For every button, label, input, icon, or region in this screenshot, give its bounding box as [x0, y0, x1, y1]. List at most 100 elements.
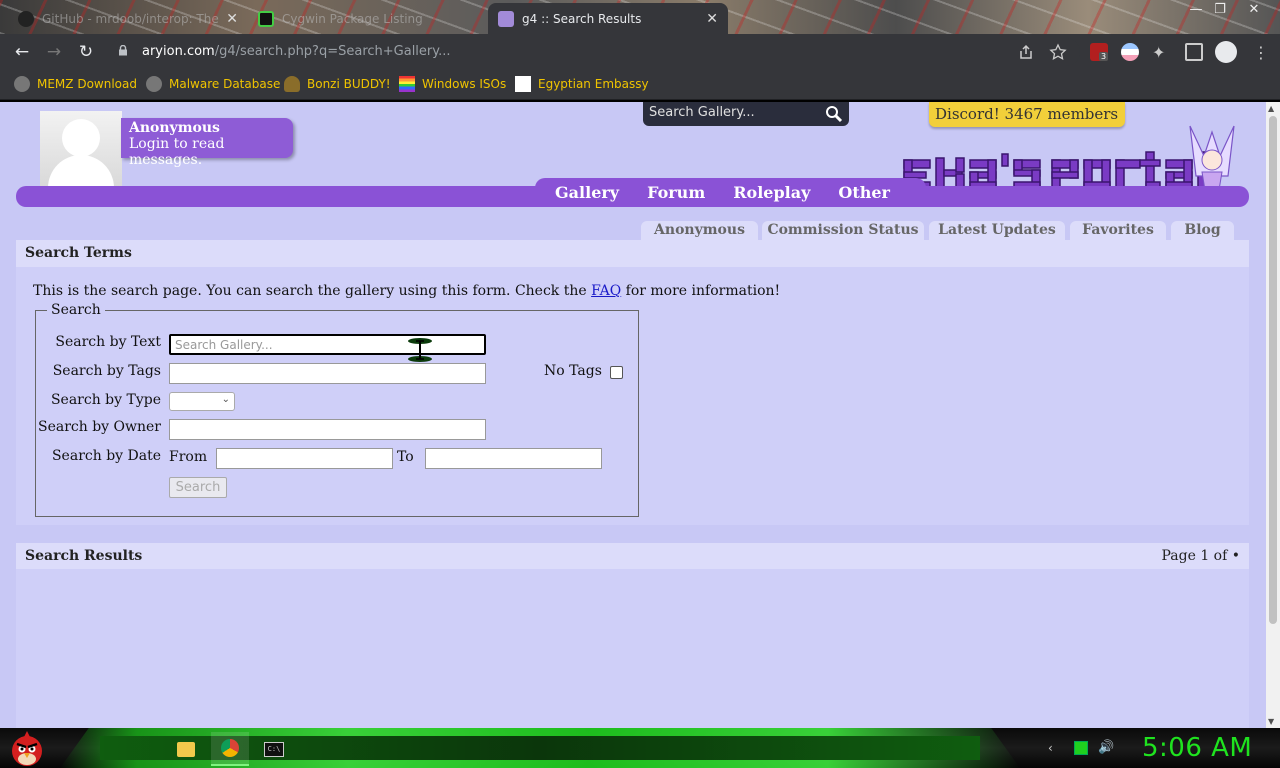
- close-icon[interactable]: ✕: [226, 11, 238, 27]
- scrollbar-thumb[interactable]: [1269, 116, 1277, 624]
- scroll-up-arrow-icon[interactable]: ▲: [1268, 104, 1274, 113]
- search-tags-input[interactable]: [169, 363, 486, 384]
- bookmark-label: MEMZ Download: [37, 77, 137, 91]
- browser-toolbar: ← → ↻ aryion.com/g4/search.php?q=Search+…: [0, 34, 1280, 70]
- volume-icon[interactable]: 🔊: [1098, 741, 1114, 755]
- tab-title: GitHub - mrdoob/interop: The In...: [42, 11, 220, 26]
- subtab-anonymous[interactable]: Anonymous: [641, 221, 758, 241]
- scroll-down-arrow-icon[interactable]: ▼: [1268, 717, 1274, 726]
- globe-icon: [14, 76, 30, 92]
- search-legend: Search: [47, 302, 105, 318]
- pride-extension-icon[interactable]: [1121, 43, 1139, 61]
- bookmark-label: Windows ISOs: [422, 77, 507, 91]
- folder-icon: [177, 741, 195, 757]
- lock-icon: [119, 45, 127, 56]
- search-terms-heading: Search Terms: [16, 240, 1249, 267]
- nav-other[interactable]: Other: [832, 178, 902, 207]
- extension-badge: 3: [1099, 52, 1109, 61]
- profile-avatar-icon[interactable]: [1215, 41, 1237, 63]
- side-panel-icon[interactable]: [1185, 43, 1203, 61]
- bookmarks-bar: MEMZ Download Malware Database Bonzi BUD…: [0, 70, 1280, 100]
- header-search: Search Gallery...: [643, 102, 849, 126]
- label-search-by-date: Search by Date: [51, 448, 161, 464]
- search-button[interactable]: Search: [169, 477, 227, 498]
- bookmark-label: Bonzi BUDDY!: [307, 77, 391, 91]
- search-type-select[interactable]: ⌄: [169, 392, 235, 411]
- bookmark-star-icon[interactable]: [1049, 43, 1067, 61]
- search-intro-text: This is the search page. You can search …: [33, 283, 780, 299]
- subtab-latest-updates[interactable]: Latest Updates: [929, 221, 1065, 241]
- web-page: Anonymous Login to read messages. Search…: [0, 102, 1266, 728]
- faq-link[interactable]: FAQ: [591, 283, 621, 299]
- bookmark-bonzi-buddy[interactable]: Bonzi BUDDY!: [284, 76, 391, 92]
- header-search-input[interactable]: Search Gallery...: [649, 105, 755, 120]
- reload-icon[interactable]: ↻: [76, 42, 96, 62]
- taskbar-file-explorer[interactable]: [167, 732, 205, 766]
- puzzle-extensions-icon[interactable]: ✦: [1152, 43, 1170, 62]
- search-results-panel: [16, 569, 1249, 728]
- rainbow-flag-icon: [399, 76, 415, 92]
- address-bar[interactable]: aryion.com/g4/search.php?q=Search+Galler…: [110, 38, 1080, 66]
- windows-taskbar: C:\ ‹ 🔊 5:06 AM: [0, 728, 1280, 768]
- url-text: aryion.com/g4/search.php?q=Search+Galler…: [142, 44, 451, 59]
- ublock-extension-icon[interactable]: 3: [1090, 43, 1109, 61]
- subtab-commission-status[interactable]: Commission Status: [762, 221, 924, 241]
- page-indicator: Page 1 of •: [1161, 548, 1240, 564]
- user-name: Anonymous: [129, 120, 220, 136]
- terminal-icon: C:\: [264, 741, 284, 757]
- bookmark-memz[interactable]: MEMZ Download: [14, 76, 137, 92]
- nav-gallery[interactable]: Gallery: [549, 178, 631, 207]
- tab-g4-search-results[interactable]: g4 :: Search Results ✕: [488, 3, 728, 34]
- search-icon[interactable]: [825, 105, 843, 123]
- label-search-by-type: Search by Type: [50, 392, 161, 408]
- bonzi-icon: [284, 76, 300, 92]
- eka-favicon-icon: [498, 10, 514, 27]
- bookmark-windows-isos[interactable]: Windows ISOs: [399, 76, 506, 92]
- tab-title: Cygwin Package Listing: [282, 11, 423, 26]
- cygwin-icon: [258, 10, 274, 27]
- tray-expand-icon[interactable]: ‹: [1048, 741, 1062, 755]
- subtab-blog[interactable]: Blog: [1171, 221, 1234, 241]
- label-to: To: [397, 449, 414, 465]
- tab-github[interactable]: GitHub - mrdoob/interop: The In... ✕: [8, 3, 248, 34]
- search-results-heading: Search Results: [16, 543, 1249, 570]
- intro-text: for more information!: [625, 283, 781, 299]
- search-text-input[interactable]: Search Gallery...: [169, 334, 486, 355]
- network-icon[interactable]: [1074, 741, 1088, 755]
- forward-arrow-icon[interactable]: →: [44, 42, 64, 62]
- page-scrollbar[interactable]: ▲ ▼: [1266, 102, 1280, 728]
- tab-cygwin[interactable]: Cygwin Package Listing: [248, 3, 488, 34]
- minimize-icon[interactable]: —: [1186, 2, 1206, 17]
- github-icon: [18, 10, 34, 27]
- chrome-icon: [221, 739, 239, 757]
- date-from-input[interactable]: [216, 448, 393, 469]
- search-owner-input[interactable]: [169, 419, 486, 440]
- taskbar-clock[interactable]: 5:06 AM: [1142, 733, 1252, 763]
- globe-icon: [146, 76, 162, 92]
- label-search-by-owner: Search by Owner: [38, 419, 161, 435]
- taskbar-chrome[interactable]: [211, 732, 249, 766]
- start-button-angry-bird-icon[interactable]: [6, 729, 48, 767]
- back-arrow-icon[interactable]: ←: [12, 42, 32, 62]
- share-icon[interactable]: [1017, 43, 1035, 61]
- menu-kebab-icon[interactable]: ⋮: [1253, 43, 1271, 62]
- close-icon[interactable]: ✕: [706, 11, 718, 27]
- no-tags-checkbox[interactable]: [610, 366, 623, 379]
- text-cursor-icon: [408, 338, 432, 362]
- bookmark-label: Malware Database: [169, 77, 281, 91]
- avatar[interactable]: [40, 111, 122, 195]
- intro-text: This is the search page. You can search …: [33, 283, 587, 299]
- login-message[interactable]: Login to read messages.: [129, 136, 285, 168]
- nav-roleplay[interactable]: Roleplay: [727, 178, 822, 207]
- taskbar-terminal[interactable]: C:\: [255, 732, 293, 766]
- user-box[interactable]: Anonymous Login to read messages.: [121, 118, 293, 168]
- close-window-icon[interactable]: ✕: [1244, 2, 1264, 17]
- nav-forum[interactable]: Forum: [641, 178, 717, 207]
- tab-title: g4 :: Search Results: [522, 11, 642, 26]
- restore-icon[interactable]: ❐: [1210, 2, 1230, 17]
- subtab-favorites[interactable]: Favorites: [1070, 221, 1166, 241]
- bookmark-malware-database[interactable]: Malware Database: [146, 76, 280, 92]
- bookmark-egyptian-embassy[interactable]: Egyptian Embassy: [515, 76, 649, 92]
- label-search-by-text: Search by Text: [55, 334, 161, 350]
- date-to-input[interactable]: [425, 448, 602, 469]
